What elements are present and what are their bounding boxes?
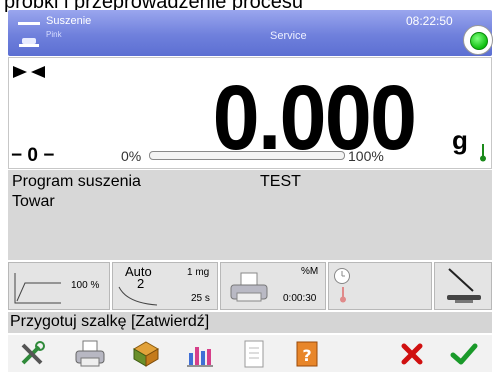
temperature-icon: [340, 287, 346, 303]
auto-curve-icon: [118, 286, 158, 306]
clock-icon: [334, 268, 350, 284]
drying-mode-icon[interactable]: [16, 16, 42, 50]
thermometer-icon: [480, 144, 486, 162]
print-interval: 0:00:30: [283, 293, 317, 304]
clock: 08:22:50: [406, 14, 453, 28]
print-tile[interactable]: %M 0:00:30: [220, 262, 326, 310]
bar-max-label: 100%: [348, 148, 384, 164]
stable-indicator-icon: [13, 66, 45, 78]
confirm-icon: [450, 343, 478, 364]
chart-icon: [187, 346, 213, 366]
zero-marker: − 0 −: [11, 145, 55, 166]
print-unit: %M: [301, 266, 319, 277]
mode-subtitle: Pink: [46, 30, 62, 39]
bottom-toolbar: ?: [8, 335, 492, 372]
auto-end-tile[interactable]: Auto 2 1 mg 25 s: [112, 262, 218, 310]
database-button[interactable]: [126, 335, 166, 372]
help-button[interactable]: ?: [288, 335, 328, 372]
cancel-icon: [401, 343, 423, 364]
bar-min-label: 0%: [121, 148, 142, 164]
cancel-button[interactable]: [392, 335, 432, 372]
capacity-bar: [149, 151, 345, 160]
drying-profile-icon: [14, 273, 61, 304]
pan-tile[interactable]: [434, 262, 492, 310]
top-bar: Suszenie Pink Service 08:22:50: [8, 10, 493, 56]
auto-mass: 1 mg: [187, 267, 210, 278]
timer-tile[interactable]: [328, 262, 432, 310]
profile-value: 100 %: [71, 280, 100, 291]
printer-icon: [75, 340, 105, 366]
report-icon: [244, 340, 264, 367]
tools-button[interactable]: [12, 335, 52, 372]
weight-unit: g: [452, 125, 468, 155]
svg-text:?: ?: [302, 346, 311, 365]
report-button[interactable]: [234, 335, 274, 372]
confirm-button[interactable]: [444, 335, 484, 372]
database-icon: [133, 340, 159, 367]
help-icon: ?: [296, 341, 318, 366]
weighing-display: 0.000 g − 0 − 0% 100%: [8, 57, 492, 169]
info-panel[interactable]: Program suszenia TEST Towar: [8, 170, 492, 260]
printer-button[interactable]: [70, 335, 110, 372]
weighing-pan-icon: [447, 268, 481, 303]
widget-row: 100 % Auto 2 1 mg 25 s %M 0:00:30: [0, 262, 493, 310]
status-ok-icon[interactable]: [463, 25, 493, 55]
profile-tile[interactable]: 100 %: [8, 262, 110, 310]
program-label: Program suszenia: [12, 173, 141, 190]
mode-name: Suszenie: [46, 15, 92, 27]
prompt-bar: Przygotuj szalkę [Zatwierdź]: [8, 312, 492, 333]
chart-button[interactable]: [180, 335, 220, 372]
prompt-text: Przygotuj szalkę [Zatwierdź]: [10, 313, 210, 330]
auto-time: 25 s: [191, 293, 210, 304]
tools-icon: [21, 340, 45, 364]
program-value: TEST: [260, 173, 301, 190]
service-label: Service: [270, 30, 307, 42]
product-label: Towar: [12, 193, 55, 210]
printer-icon: [230, 272, 268, 302]
